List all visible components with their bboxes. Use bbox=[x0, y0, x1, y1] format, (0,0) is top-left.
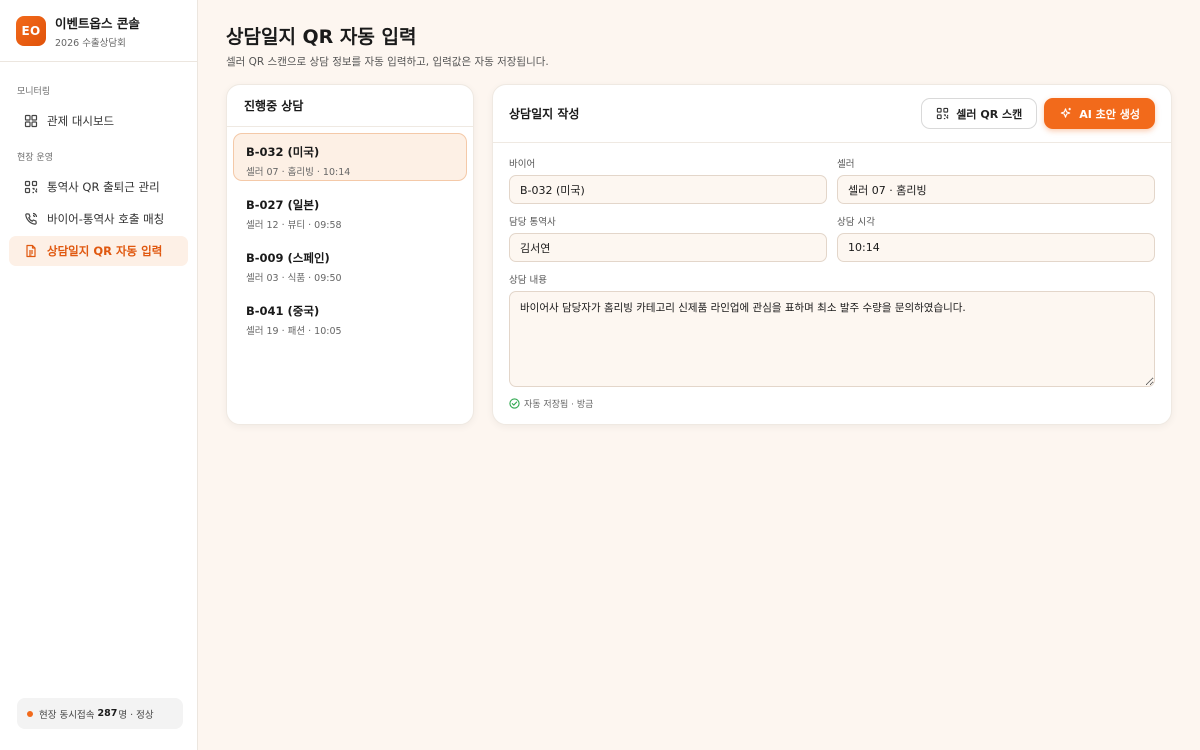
app-subtitle: 2026 수출상담회 bbox=[55, 37, 126, 49]
consult-log-form: 상담일지 작성 셀러 QR 스캔 AI 초안 생성 바이어 B-032 (미국)… bbox=[492, 84, 1172, 425]
buyer-input[interactable] bbox=[509, 175, 827, 204]
session-item[interactable]: B-009 (스페인) 셀러 03 · 식품 · 09:50 bbox=[233, 239, 467, 287]
session-list: B-032 (미국) 셀러 07 · 홈리빙 · 10:14 B-027 (일본… bbox=[227, 127, 473, 340]
sidebar-item-dashboard[interactable]: 관제 대시보드 bbox=[9, 106, 188, 136]
seller-label: 셀러 bbox=[837, 159, 855, 170]
sidebar-item-label: 통역사 QR 출퇴근 관리 bbox=[47, 180, 160, 194]
page-subtitle: 셀러 QR 스캔으로 상담 정보를 자동 입력하고, 입력값은 자동 저장됩니다… bbox=[226, 56, 549, 68]
connection-status: 현장 동시접속 287 명 · 정상 bbox=[17, 698, 183, 729]
sidebar-item-label: 바이어-통역사 호출 매칭 bbox=[47, 212, 165, 226]
app-title: 이벤트옵스 콘솔 bbox=[55, 15, 140, 31]
sidebar: EO 이벤트옵스 콘솔 2026 수출상담회 모니터링 관제 대시보드 현장 운… bbox=[0, 0, 198, 750]
qr-icon bbox=[936, 107, 949, 120]
document-icon bbox=[24, 244, 38, 258]
ai-draft-button[interactable]: AI 초안 생성 bbox=[1044, 98, 1155, 129]
page-title: 상담일지 QR 자동 입력 bbox=[226, 26, 417, 48]
active-sessions-title: 진행중 상담 bbox=[227, 85, 473, 127]
sidebar-item-call-matching[interactable]: 바이어-통역사 호출 매칭 bbox=[9, 204, 188, 234]
brand-header: EO 이벤트옵스 콘솔 2026 수출상담회 bbox=[0, 0, 197, 62]
seller-input[interactable] bbox=[837, 175, 1155, 204]
interpreter-label: 담당 통역사 bbox=[509, 217, 556, 228]
buyer-label: 바이어 bbox=[509, 159, 536, 170]
check-circle-icon bbox=[509, 398, 520, 409]
nav-section-monitoring: 모니터링 bbox=[17, 87, 51, 97]
session-item[interactable]: B-027 (일본) 셀러 12 · 뷰티 · 09:58 bbox=[233, 186, 467, 234]
sparkle-icon bbox=[1059, 107, 1072, 120]
qr-icon bbox=[24, 180, 38, 194]
session-item[interactable]: B-032 (미국) 셀러 07 · 홈리빙 · 10:14 bbox=[233, 133, 467, 181]
sidebar-item-label: 관제 대시보드 bbox=[47, 114, 115, 128]
session-item[interactable]: B-041 (중국) 셀러 19 · 패션 · 10:05 bbox=[233, 292, 467, 340]
form-title: 상담일지 작성 bbox=[509, 107, 580, 121]
interpreter-input[interactable] bbox=[509, 233, 827, 262]
consult-time-label: 상담 시각 bbox=[837, 217, 875, 228]
status-suffix: 명 · 정상 bbox=[118, 709, 154, 721]
nav-section-field-ops: 현장 운영 bbox=[17, 153, 53, 163]
main-content: 상담일지 QR 자동 입력 셀러 QR 스캔으로 상담 정보를 자동 입력하고,… bbox=[198, 0, 1200, 750]
active-sessions-card: 진행중 상담 B-032 (미국) 셀러 07 · 홈리빙 · 10:14 B-… bbox=[226, 84, 474, 425]
app-logo: EO bbox=[16, 15, 46, 46]
sidebar-item-consult-log[interactable]: 상담일지 QR 자동 입력 bbox=[9, 236, 188, 266]
seller-qr-scan-button[interactable]: 셀러 QR 스캔 bbox=[921, 98, 1038, 129]
status-count: 287 bbox=[97, 708, 118, 719]
status-dot bbox=[27, 710, 33, 717]
sidebar-item-interpreter-attendance[interactable]: 통역사 QR 출퇴근 관리 bbox=[9, 172, 188, 202]
consult-content-label: 상담 내용 bbox=[509, 275, 547, 286]
consult-time-input[interactable] bbox=[837, 233, 1155, 262]
status-prefix: 현장 동시접속 bbox=[39, 709, 95, 721]
autosave-status: 자동 저장됨 · 방금 bbox=[509, 397, 1155, 410]
sidebar-item-label: 상담일지 QR 자동 입력 bbox=[47, 244, 163, 258]
grid-icon bbox=[24, 114, 38, 128]
phone-icon bbox=[24, 212, 38, 226]
consult-content-textarea[interactable]: 바이어사 담당자가 홈리빙 카테고리 신제품 라인업에 관심을 표하며 최소 발… bbox=[509, 291, 1155, 387]
